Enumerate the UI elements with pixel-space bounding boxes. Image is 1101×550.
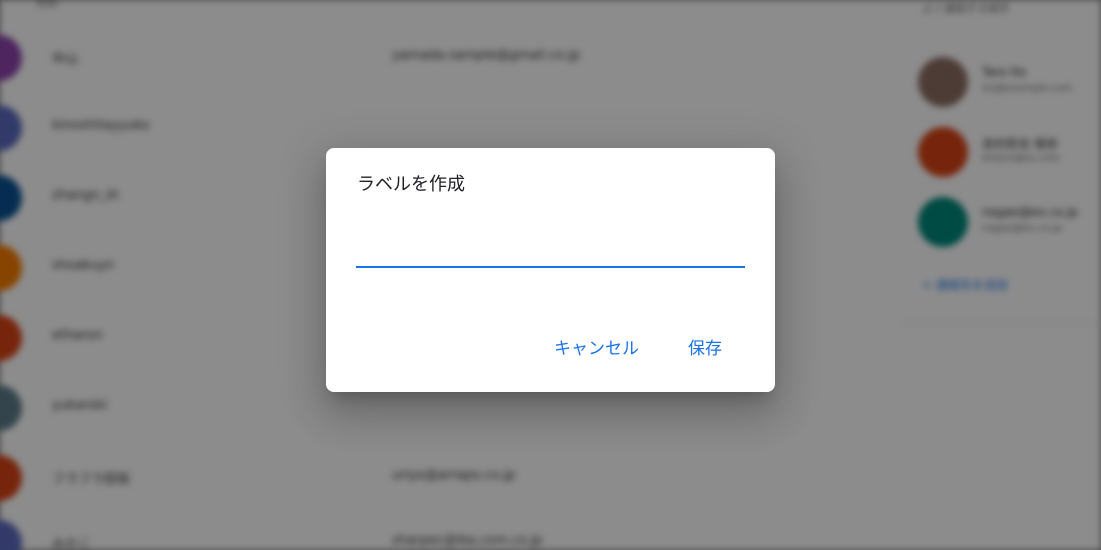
cancel-button[interactable]: キャンセル: [548, 334, 645, 364]
contacts-screen: 名前 中山 yamada.sample@gmail.co.jp kinoshit…: [0, 0, 1101, 550]
label-name-input[interactable]: [356, 234, 745, 268]
create-label-dialog: ラベルを作成 キャンセル 保存: [326, 148, 775, 392]
dialog-title: ラベルを作成: [357, 174, 465, 195]
save-button[interactable]: 保存: [682, 334, 728, 364]
